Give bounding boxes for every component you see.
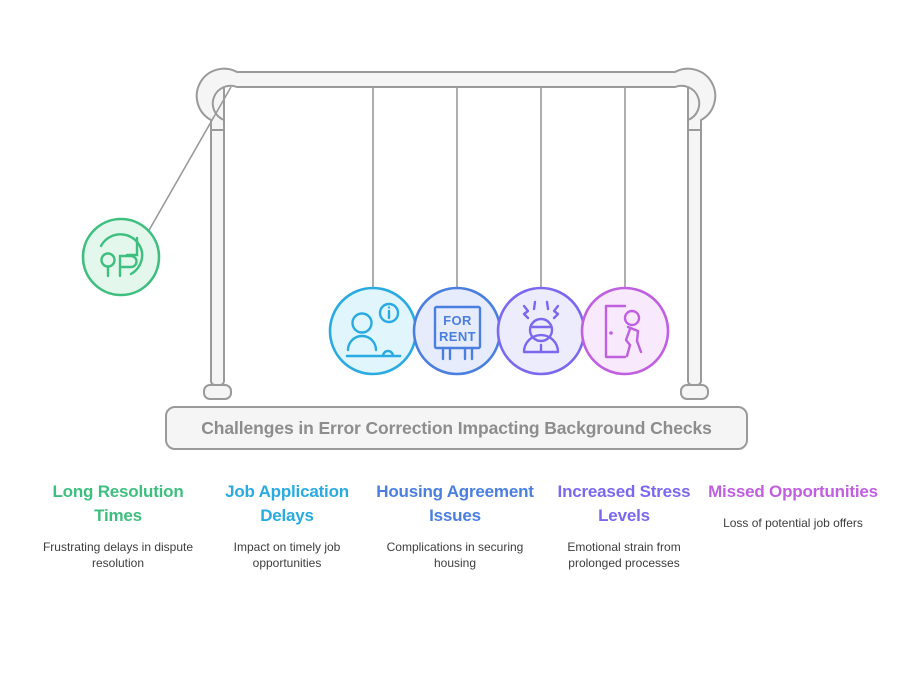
frame-right-foot: [680, 384, 709, 400]
legend-row: Long Resolution Times Frustrating delays…: [0, 480, 914, 680]
pendulum-ball-job-application-delays[interactable]: [328, 286, 418, 376]
legend-item-long-resolution-times[interactable]: Long Resolution Times Frustrating delays…: [33, 480, 203, 572]
legend-description: Impact on timely job opportunities: [233, 540, 341, 571]
legend-description: Complications in securing housing: [386, 540, 524, 571]
pendulum-ball-long-resolution-times[interactable]: [81, 217, 161, 297]
legend-item-missed-opportunities[interactable]: Missed Opportunities Loss of potential j…: [708, 480, 878, 532]
legend-description: Loss of potential job offers: [723, 516, 863, 531]
frame-top-bar: [195, 67, 717, 131]
legend-title: Long Resolution Times: [52, 482, 184, 526]
sign-line-1: FOR: [443, 313, 472, 328]
ball-circle-purple: [496, 286, 586, 376]
legend-description: Frustrating delays in dispute resolution: [42, 540, 194, 571]
legend-title: Missed Opportunities: [708, 482, 878, 501]
diagram-title-bar: Challenges in Error Correction Impacting…: [165, 406, 748, 450]
legend-title: Increased Stress Levels: [557, 482, 691, 526]
frame-left-foot: [203, 384, 232, 400]
legend-item-housing-agreement-issues[interactable]: Housing Agreement Issues Complications i…: [370, 480, 540, 572]
legend-item-job-application-delays[interactable]: Job Application Delays Impact on timely …: [202, 480, 372, 572]
page-title: Challenges in Error Correction Impacting…: [201, 417, 712, 438]
legend-title: Job Application Delays: [225, 482, 349, 526]
ball-circle-magenta: [580, 286, 670, 376]
ball-circle-cyan: [328, 286, 418, 376]
legend-description: Emotional strain from prolonged processe…: [567, 540, 681, 571]
pendulum-ball-missed-opportunities[interactable]: [580, 286, 670, 376]
pendulum-ball-increased-stress-levels[interactable]: [496, 286, 586, 376]
sign-line-2: RENT: [439, 329, 476, 344]
legend-item-increased-stress-levels[interactable]: Increased Stress Levels Emotional strain…: [539, 480, 709, 572]
infographic-canvas: FOR RENT Challenges in Error Correction …: [0, 0, 914, 680]
legend-title: Housing Agreement Issues: [376, 482, 534, 526]
pendulum-ball-housing-agreement-issues[interactable]: FOR RENT: [412, 286, 502, 376]
